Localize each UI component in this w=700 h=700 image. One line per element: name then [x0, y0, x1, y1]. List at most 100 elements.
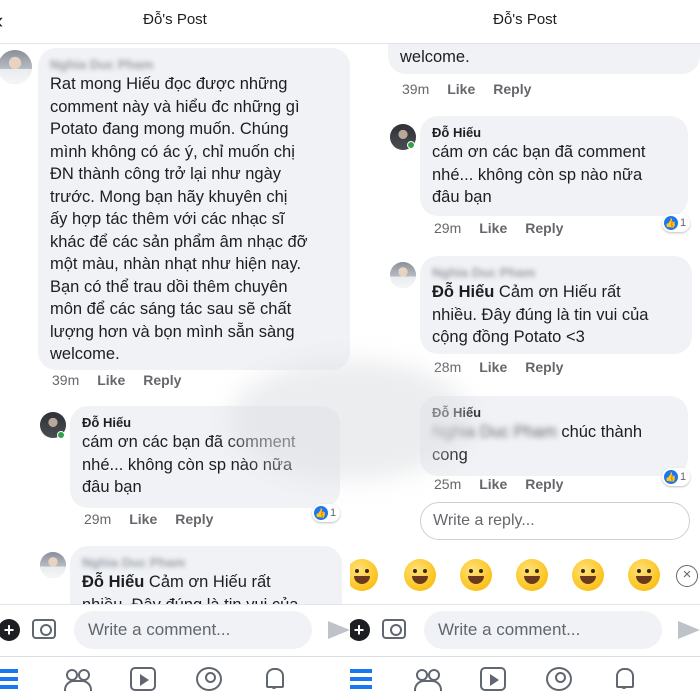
comment-text: cám ơn các bạn đã comment nhé... không c…: [432, 143, 646, 206]
reply-input[interactable]: Write a reply...: [420, 502, 690, 540]
comment-actions: 39m Like Reply: [52, 372, 181, 388]
notifications-icon[interactable]: [262, 667, 288, 691]
watch-icon[interactable]: [480, 667, 506, 691]
comment-list[interactable]: welcome. 39m Like Reply Đỗ Hiếu cám ơn c…: [350, 44, 700, 604]
comment-composer: + Write a comment...: [0, 604, 350, 656]
comment-author[interactable]: Đỗ Hiếu: [432, 124, 676, 141]
comment-bubble: Đỗ Hiếu cám ơn các bạn đã comment nhé...…: [420, 116, 688, 216]
friends-icon[interactable]: [414, 667, 442, 691]
comment-author[interactable]: Nghia Duc Pham: [82, 554, 330, 571]
comment-input[interactable]: Write a comment...: [74, 611, 312, 649]
grinning-emoji-icon[interactable]: [628, 559, 660, 591]
comment-bubble: Nghia Duc Pham Đỗ Hiếu Cảm ơn Hiếu rất n…: [70, 546, 342, 604]
online-indicator: [407, 141, 415, 149]
comment-text: Nghia Duc Pham chúc thành cong: [432, 421, 676, 466]
like-button[interactable]: Like: [447, 81, 475, 97]
reply-button[interactable]: Reply: [525, 220, 563, 236]
comment-author[interactable]: Đỗ Hiếu: [432, 404, 676, 421]
comment-author[interactable]: Nghia Duc Pham: [432, 264, 680, 281]
send-icon[interactable]: [678, 621, 700, 639]
comment-time: 25m: [434, 476, 462, 492]
like-button[interactable]: Like: [479, 359, 507, 375]
mention-link[interactable]: Đỗ Hiếu: [432, 283, 494, 301]
comment-text: Rat mong Hiếu đọc được những comment này…: [50, 75, 308, 363]
left-screen: ‹ Đỗ's Post Nghia Duc Pham Rat mong Hiếu…: [0, 0, 350, 700]
tab-bar: [0, 656, 350, 700]
grin-emoji-icon[interactable]: [516, 559, 548, 591]
reaction-count[interactable]: 👍 1: [312, 504, 341, 522]
like-reaction-icon: 👍: [664, 216, 678, 230]
comment-list[interactable]: Nghia Duc Pham Rat mong Hiếu đọc được nh…: [0, 44, 350, 604]
sweat-smile-emoji-icon[interactable]: [350, 559, 378, 591]
comment-text: cám ơn các bạn đã comment nhé... không c…: [82, 433, 296, 496]
like-button[interactable]: Like: [129, 511, 157, 527]
mention-link[interactable]: Đỗ Hiếu: [82, 573, 144, 591]
like-reaction-icon: 👍: [664, 470, 678, 484]
emoji-picker-row: ×: [350, 551, 700, 601]
friends-icon[interactable]: [64, 667, 92, 691]
comment-text: Đỗ Hiếu Cảm ơn Hiếu rất nhiều. Đây đúng …: [82, 571, 330, 604]
news-feed-icon[interactable]: [0, 667, 18, 691]
comment-time: 39m: [52, 372, 80, 388]
comment-actions: 25m Like Reply: [434, 476, 563, 492]
comment-time: 29m: [84, 511, 112, 527]
like-button[interactable]: Like: [97, 372, 125, 388]
comment-actions: 29m Like Reply: [434, 220, 563, 236]
news-feed-icon[interactable]: [350, 667, 372, 691]
camera-icon[interactable]: [382, 619, 406, 639]
comment-bubble: Nghia Duc Pham Đỗ Hiếu Cảm ơn Hiếu rất n…: [420, 256, 692, 354]
laughing-emoji-icon[interactable]: [404, 559, 436, 591]
reply-button[interactable]: Reply: [493, 81, 531, 97]
tab-bar: [350, 656, 700, 700]
like-button[interactable]: Like: [479, 476, 507, 492]
comment-actions: 28m Like Reply: [434, 359, 563, 375]
avatar[interactable]: [0, 50, 32, 84]
notifications-icon[interactable]: [612, 667, 638, 691]
comment-actions: 29m Like Reply: [84, 511, 213, 527]
top-bar: ‹ Đỗ's Post: [350, 0, 700, 44]
send-icon[interactable]: [328, 621, 350, 639]
reply-button[interactable]: Reply: [175, 511, 213, 527]
camera-icon[interactable]: [32, 619, 56, 639]
comment-text: welcome.: [400, 48, 470, 66]
watch-icon[interactable]: [130, 667, 156, 691]
right-screen: ‹ Đỗ's Post welcome. 39m Like Reply Đỗ H…: [350, 0, 700, 700]
add-icon[interactable]: +: [0, 619, 20, 641]
comment-time: 39m: [402, 81, 430, 97]
reaction-number: 1: [680, 471, 687, 483]
profile-icon[interactable]: [196, 667, 222, 691]
reply-button[interactable]: Reply: [143, 372, 181, 388]
comment-input[interactable]: Write a comment...: [424, 611, 662, 649]
online-indicator: [57, 431, 65, 439]
reaction-number: 1: [330, 507, 337, 519]
top-bar: ‹ Đỗ's Post: [0, 0, 350, 44]
mention-link[interactable]: Nghia Duc Pham: [432, 423, 557, 441]
reply-button[interactable]: Reply: [525, 476, 563, 492]
close-icon[interactable]: ×: [676, 565, 698, 587]
comment-author[interactable]: Đỗ Hiếu: [82, 414, 328, 431]
comment-bubble: welcome.: [388, 44, 700, 74]
smile-emoji-icon[interactable]: [572, 559, 604, 591]
page-title: Đỗ's Post: [143, 11, 207, 28]
add-icon[interactable]: +: [350, 619, 370, 641]
comment-bubble: Nghia Duc Pham Rat mong Hiếu đọc được nh…: [38, 48, 350, 370]
profile-icon[interactable]: [546, 667, 572, 691]
comment-composer: + Write a comment...: [350, 604, 700, 656]
comment-text: Đỗ Hiếu Cảm ơn Hiếu rất nhiều. Đây đúng …: [432, 281, 680, 349]
comment-time: 29m: [434, 220, 462, 236]
comment-actions: 39m Like Reply: [402, 81, 531, 97]
comment-author[interactable]: Nghia Duc Pham: [50, 56, 338, 73]
avatar[interactable]: [390, 262, 416, 288]
rofl-emoji-icon[interactable]: [460, 559, 492, 591]
reaction-number: 1: [680, 217, 687, 229]
reply-button[interactable]: Reply: [525, 359, 563, 375]
comment-bubble: Đỗ Hiếu cám ơn các bạn đã comment nhé...…: [70, 406, 340, 508]
like-button[interactable]: Like: [479, 220, 507, 236]
avatar[interactable]: [40, 552, 66, 578]
page-title: Đỗ's Post: [493, 11, 557, 28]
comment-bubble: Đỗ Hiếu Nghia Duc Pham chúc thành cong: [420, 396, 688, 476]
comment-time: 28m: [434, 359, 462, 375]
reaction-count[interactable]: 👍 1: [662, 214, 691, 232]
like-reaction-icon: 👍: [314, 506, 328, 520]
reaction-count[interactable]: 👍 1: [662, 468, 691, 486]
